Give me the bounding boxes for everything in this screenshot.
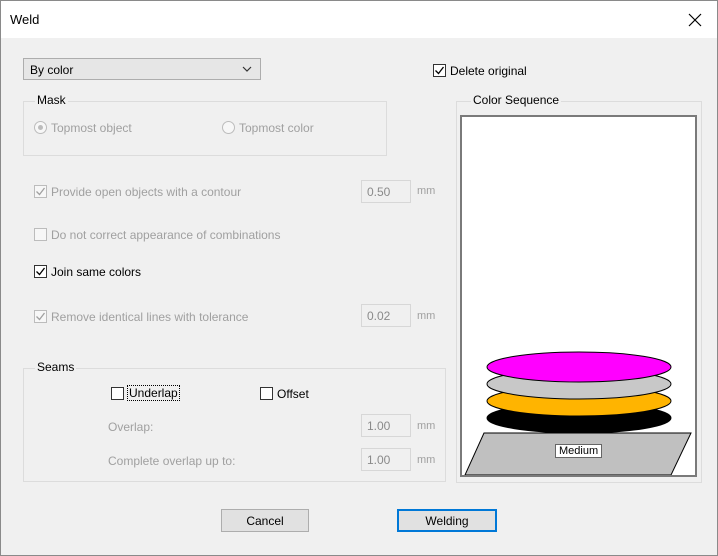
underlap-label: Underlap (127, 385, 180, 401)
dialog-title: Weld (10, 12, 40, 27)
title-bar: Weld (1, 1, 717, 38)
complete-overlap-value-field[interactable]: 1.00 (361, 448, 411, 471)
topmost-object-radio[interactable] (34, 121, 47, 134)
checkmark-icon (36, 187, 46, 196)
topmost-color-label: Topmost color (239, 121, 314, 135)
medium-label: Medium (555, 444, 603, 458)
contour-checkbox[interactable] (34, 185, 47, 198)
mode-select[interactable]: By color (23, 58, 261, 80)
checkmark-icon (435, 66, 445, 75)
contour-label: Provide open objects with a contour (51, 185, 242, 199)
complete-overlap-label: Complete overlap up to: (108, 454, 236, 468)
overlap-value-field[interactable]: 1.00 (361, 414, 411, 437)
close-icon (688, 13, 702, 26)
contour-value-field[interactable]: 0.50 (361, 180, 411, 203)
offset-label: Offset (277, 387, 309, 401)
welding-button[interactable]: Welding (397, 509, 497, 532)
checkmark-icon (36, 312, 46, 321)
contour-unit: mm (417, 185, 436, 197)
join-colors-label: Join same colors (51, 265, 142, 279)
seams-group-title: Seams (35, 360, 77, 374)
mode-select-value: By color (30, 63, 74, 77)
overlap-label: Overlap: (108, 420, 154, 434)
delete-original-checkbox[interactable] (433, 64, 446, 77)
remove-lines-label: Remove identical lines with tolerance (51, 310, 249, 324)
cancel-button[interactable]: Cancel (221, 509, 309, 532)
overlap-unit: mm (417, 420, 436, 432)
color-sequence-preview: Medium (460, 115, 697, 477)
remove-lines-value-field[interactable]: 0.02 (361, 304, 411, 327)
chevron-down-icon (242, 66, 252, 72)
weld-dialog: Weld By color Delete original Mask Topmo… (0, 0, 718, 556)
join-colors-checkbox[interactable] (34, 265, 47, 278)
color-sequence-title: Color Sequence (471, 93, 562, 107)
remove-lines-checkbox[interactable] (34, 310, 47, 323)
remove-lines-unit: mm (417, 310, 436, 322)
delete-original-label: Delete original (450, 64, 527, 78)
underlap-checkbox[interactable] (111, 387, 124, 400)
no-correct-label: Do not correct appearance of combination… (51, 228, 281, 242)
dialog-content: By color Delete original Mask Topmost ob… (1, 38, 717, 555)
checkmark-icon (36, 267, 46, 276)
color-sequence-stack (464, 351, 692, 476)
underlap-label-text: Underlap (127, 385, 180, 401)
close-button[interactable] (673, 1, 717, 38)
topmost-color-radio[interactable] (222, 121, 235, 134)
offset-checkbox[interactable] (260, 387, 273, 400)
topmost-object-label: Topmost object (51, 121, 132, 135)
mask-group-title: Mask (35, 93, 68, 107)
color-layer-disc (486, 351, 672, 383)
no-correct-checkbox[interactable] (34, 228, 47, 241)
complete-overlap-unit: mm (417, 454, 436, 466)
